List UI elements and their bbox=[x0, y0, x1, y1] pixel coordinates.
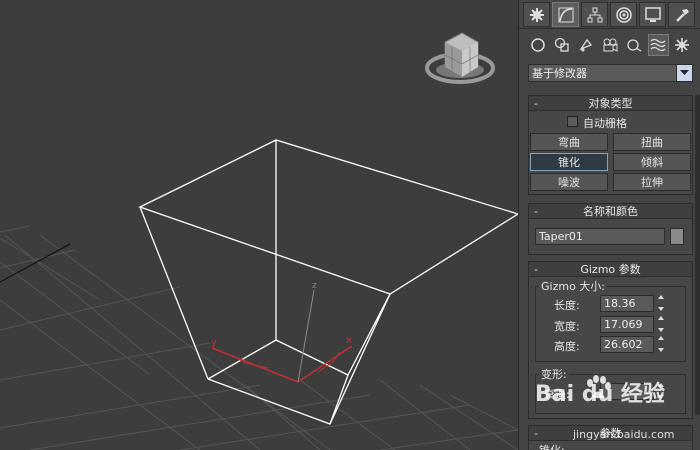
space-warps-button[interactable] bbox=[647, 34, 669, 56]
shapes-button[interactable] bbox=[551, 34, 572, 56]
width-input[interactable]: 17.069 bbox=[600, 316, 654, 333]
gizmo-axes[interactable] bbox=[211, 289, 353, 383]
display-monitor-icon bbox=[644, 6, 661, 22]
tab-utilities[interactable] bbox=[668, 2, 695, 27]
height-spinner[interactable] bbox=[656, 336, 665, 352]
grid-axis-line bbox=[0, 243, 71, 283]
gizmo-params-header[interactable]: - Gizmo 参数 bbox=[529, 262, 692, 277]
object-name-input[interactable]: Taper01 bbox=[535, 228, 665, 245]
noise-button[interactable]: 噪波 bbox=[530, 173, 608, 191]
create-star-icon bbox=[529, 7, 544, 22]
systems-button[interactable] bbox=[672, 34, 693, 56]
tab-modify[interactable] bbox=[552, 2, 579, 27]
stretch-button[interactable]: 拉伸 bbox=[613, 173, 691, 191]
bend-button[interactable]: 弯曲 bbox=[530, 133, 608, 151]
height-label: 高度: bbox=[554, 340, 580, 353]
name-color-rollout: - 名称和颜色 Taper01 bbox=[528, 203, 693, 255]
light-icon bbox=[579, 38, 592, 52]
tape-helper-icon bbox=[627, 39, 642, 52]
watermark-url: jingyan.baidu.com bbox=[573, 428, 675, 441]
modify-curve-icon bbox=[558, 7, 573, 22]
skew-button[interactable]: 倾斜 bbox=[613, 153, 691, 171]
length-label: 长度: bbox=[554, 299, 580, 312]
length-input[interactable]: 18.36 bbox=[600, 295, 654, 312]
geometry-button[interactable] bbox=[527, 34, 548, 56]
name-color-header[interactable]: - 名称和颜色 bbox=[529, 204, 692, 219]
object-type-header[interactable]: - 对象类型 bbox=[529, 96, 692, 111]
command-tabs bbox=[519, 0, 700, 29]
ground-grid bbox=[0, 225, 518, 450]
space-warp-waves-icon bbox=[650, 38, 666, 52]
systems-gear-icon bbox=[675, 38, 690, 52]
hammer-icon bbox=[675, 8, 689, 22]
motion-icon bbox=[615, 6, 632, 23]
lights-button[interactable] bbox=[575, 34, 596, 56]
panel-scrollbar[interactable] bbox=[695, 95, 700, 415]
twist-button[interactable]: 扭曲 bbox=[613, 133, 691, 151]
helpers-button[interactable] bbox=[624, 34, 645, 56]
watermark-brand: Bai du 经验 bbox=[535, 382, 665, 407]
length-spinner[interactable] bbox=[656, 295, 665, 311]
auto-grid-label: 自动栅格 bbox=[583, 117, 627, 130]
modifier-type-dropdown[interactable]: 基于修改器 bbox=[528, 64, 693, 82]
name-color-title: 名称和颜色 bbox=[583, 205, 638, 218]
gizmo-size-label: Gizmo 大小: bbox=[539, 278, 608, 294]
hierarchy-icon bbox=[587, 7, 602, 22]
height-input[interactable]: 26.602 bbox=[600, 336, 654, 353]
tab-motion[interactable] bbox=[610, 2, 637, 27]
tab-create[interactable] bbox=[523, 2, 550, 27]
perspective-viewport[interactable]: y x z bbox=[0, 0, 518, 450]
axis-y-label: y bbox=[211, 337, 217, 348]
sphere-icon bbox=[530, 38, 545, 52]
view-cube[interactable] bbox=[425, 32, 495, 84]
dropdown-chevron-icon[interactable] bbox=[676, 65, 692, 81]
axis-x-label: x bbox=[346, 335, 352, 346]
tab-display[interactable] bbox=[639, 2, 666, 27]
width-label: 宽度: bbox=[554, 320, 580, 333]
gizmo-params-title: Gizmo 参数 bbox=[580, 263, 641, 276]
shapes-icon bbox=[554, 37, 569, 52]
object-type-rollout: - 对象类型 自动栅格 弯曲 扭曲 锥化 倾斜 噪波 拉伸 bbox=[528, 95, 693, 195]
width-spinner[interactable] bbox=[656, 316, 665, 332]
axis-z-label: z bbox=[312, 281, 317, 291]
auto-grid-checkbox[interactable] bbox=[567, 116, 578, 127]
tab-hierarchy[interactable] bbox=[581, 2, 608, 27]
object-color-swatch[interactable] bbox=[670, 228, 684, 245]
cameras-button[interactable] bbox=[599, 34, 620, 56]
baidu-watermark: Bai du 经验 jingyan.baidu.com bbox=[535, 372, 695, 450]
modifier-type-value: 基于修改器 bbox=[532, 67, 587, 80]
create-category-row bbox=[519, 33, 700, 57]
object-type-title: 对象类型 bbox=[588, 97, 633, 110]
camera-icon bbox=[603, 38, 618, 52]
taper-wireframe[interactable] bbox=[138, 139, 518, 425]
taper-button[interactable]: 锥化 bbox=[530, 153, 608, 171]
